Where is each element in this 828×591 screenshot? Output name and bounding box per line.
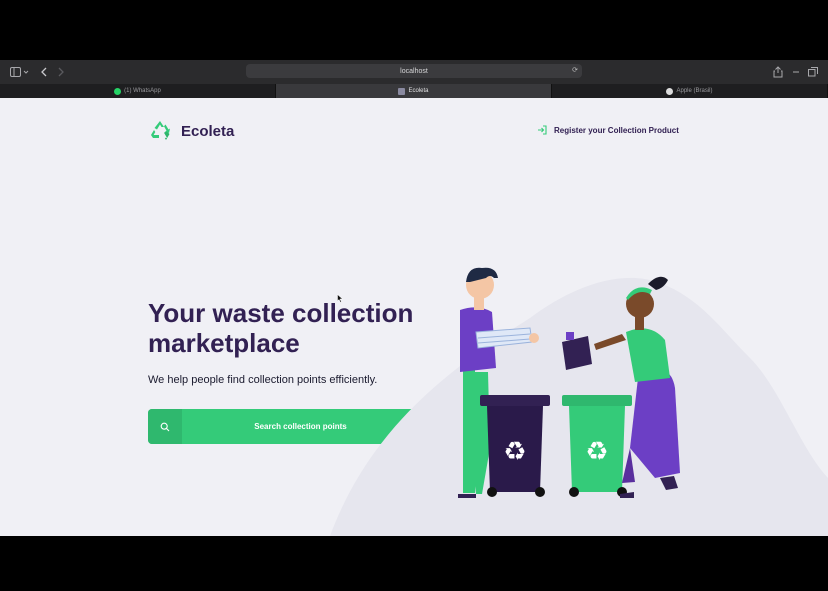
page: Ecoleta Register your Collection Product… — [0, 98, 828, 536]
url-text: localhost — [400, 67, 428, 75]
dark-recycling-bin: ♻ — [480, 395, 550, 497]
recycle-logo-icon — [151, 121, 170, 140]
ecoleta-favicon-icon — [398, 87, 406, 95]
screen: localhost ⟳ (1) WhatsApp Ecoleta Apple (… — [0, 0, 828, 591]
svg-text:♻: ♻ — [585, 437, 608, 467]
tabs-icon[interactable] — [808, 65, 818, 79]
new-tab-icon[interactable] — [791, 65, 801, 79]
green-recycling-bin: ♻ — [562, 395, 632, 497]
whatsapp-icon — [114, 87, 122, 95]
share-icon[interactable] — [773, 65, 783, 79]
tab-apple[interactable]: Apple (Brasil) — [552, 84, 828, 98]
tab-label: Apple (Brasil) — [676, 88, 713, 94]
mouse-cursor-icon — [337, 294, 343, 303]
register-link[interactable]: Register your Collection Product — [537, 125, 679, 135]
login-icon — [538, 125, 547, 135]
apple-icon — [666, 87, 674, 95]
tab-label: Ecoleta — [408, 88, 429, 94]
reload-icon[interactable]: ⟳ — [572, 66, 578, 74]
tab-ecoleta[interactable]: Ecoleta — [276, 84, 552, 98]
search-icon-box — [148, 409, 182, 444]
register-link-label: Register your Collection Product — [554, 125, 679, 135]
forward-icon[interactable] — [57, 65, 65, 79]
back-icon[interactable] — [40, 65, 48, 79]
tab-bar: (1) WhatsApp Ecoleta Apple (Brasil) — [0, 84, 828, 98]
tab-label: (1) WhatsApp — [124, 88, 161, 94]
address-bar[interactable]: localhost ⟳ — [246, 64, 582, 78]
sidebar-icon[interactable] — [10, 65, 30, 79]
search-icon — [160, 422, 170, 431]
svg-text:♻: ♻ — [503, 437, 526, 467]
tab-whatsapp[interactable]: (1) WhatsApp — [0, 84, 276, 98]
brand-name: Ecoleta — [181, 122, 235, 140]
hero-illustration: ♻ ♻ — [330, 267, 828, 536]
brand-logo[interactable]: Ecoleta — [148, 119, 234, 143]
